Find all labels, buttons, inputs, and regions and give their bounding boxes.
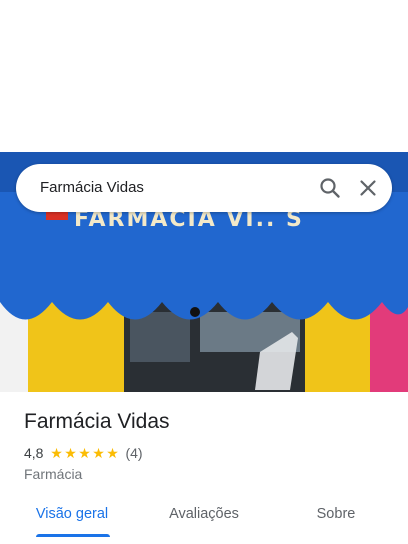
place-category[interactable]: Farmácia — [24, 464, 392, 484]
star-icon: ★ — [64, 445, 77, 461]
place-tabs: Visão geral Avaliações Sobre — [0, 492, 408, 544]
tab-reviews[interactable]: Avaliações — [156, 492, 252, 536]
star-icon: ★ — [92, 445, 105, 461]
star-rating-icon: ★ ★ ★ ★ ★ — [49, 446, 119, 460]
active-tab-indicator — [36, 534, 110, 537]
tab-overview[interactable]: Visão geral — [24, 492, 120, 536]
rating-value: 4,8 — [24, 445, 44, 461]
place-title: Farmácia Vidas — [24, 410, 170, 433]
rating-row[interactable]: 4,8 ★ ★ ★ ★ ★ (4) — [24, 442, 392, 464]
place-page: FARMACIA VI.. S Farmácia Vidas Farmácia … — [0, 0, 408, 544]
place-info: Farmácia Vidas 4,8 ★ ★ ★ ★ ★ (4) Farmáci… — [24, 404, 392, 484]
search-bar[interactable]: Farmácia Vidas — [16, 164, 392, 212]
review-count[interactable]: (4) — [125, 445, 142, 461]
star-icon: ★ — [50, 445, 63, 461]
star-icon: ★ — [78, 445, 91, 461]
tab-about[interactable]: Sobre — [288, 492, 384, 536]
star-icon: ★ — [106, 445, 119, 461]
search-input[interactable]: Farmácia Vidas — [40, 164, 144, 212]
close-icon[interactable] — [356, 176, 380, 200]
search-icon[interactable] — [318, 176, 342, 200]
